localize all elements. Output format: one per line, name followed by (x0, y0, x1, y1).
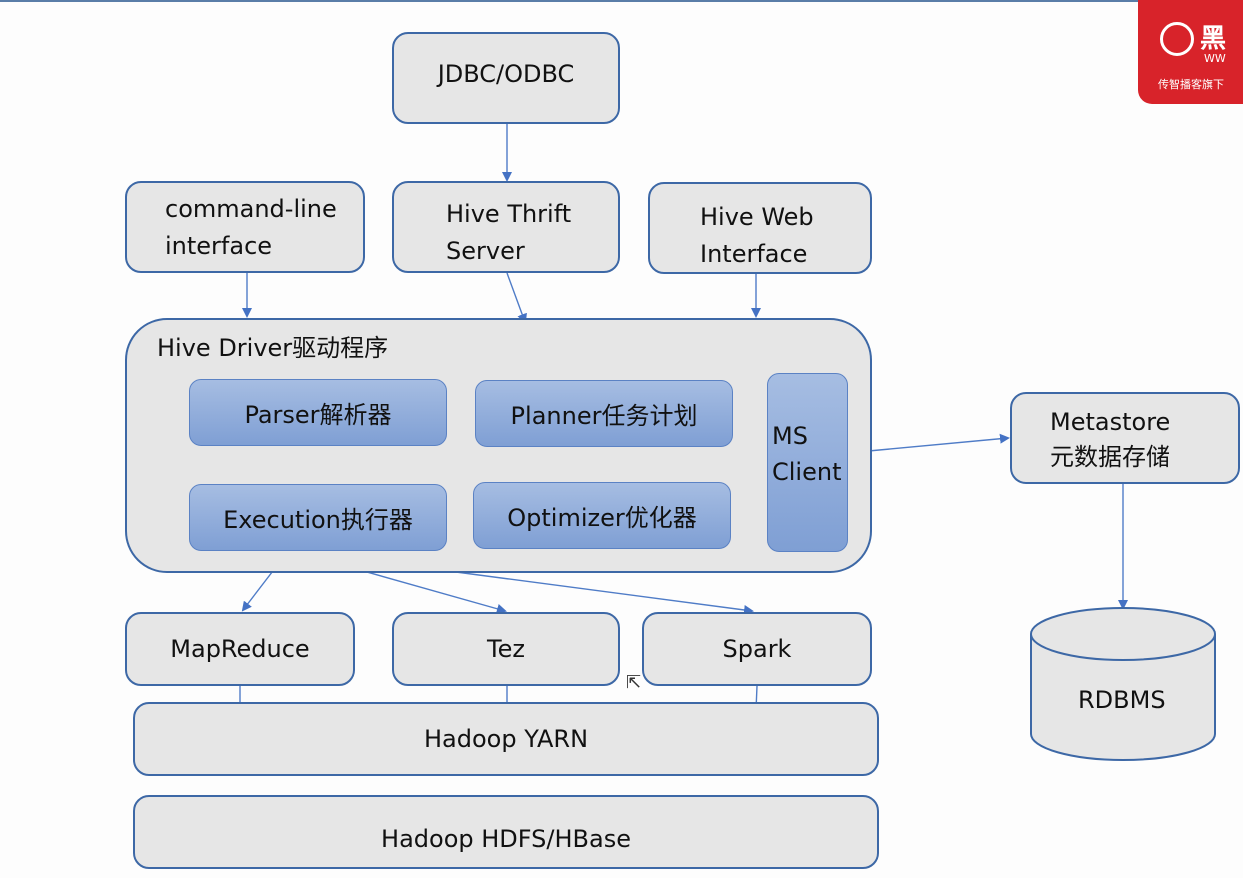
web-interface-box: Hive Web Interface (648, 182, 872, 274)
engine-tez-label: Tez (487, 634, 525, 663)
engine-mapreduce-label: MapReduce (170, 634, 310, 663)
brand-logo: 黑 WW 传智播客旗下 (1138, 0, 1243, 104)
planner-label: Planner任务计划 (510, 402, 698, 430)
jdbc-odbc-label: JDBC/ODBC (437, 60, 575, 88)
hadoop-hdfs-box: Hadoop HDFS/HBase (133, 795, 879, 869)
metastore-label-line1: Metastore (1050, 408, 1171, 436)
hive-driver-title: Hive Driver驱动程序 (157, 334, 389, 362)
optimizer-box: Optimizer优化器 (473, 482, 731, 549)
cli-label-line1: command-line (165, 195, 337, 223)
ms-client-line2: Client (772, 458, 842, 486)
ms-client-box: MS Client (767, 373, 848, 552)
hadoop-hdfs-label: Hadoop HDFS/HBase (381, 824, 631, 853)
metastore-box: Metastore 元数据存储 (1010, 392, 1240, 484)
cli-label-line2: interface (165, 232, 273, 260)
metastore-label-line2: 元数据存储 (1050, 443, 1170, 471)
hadoop-yarn-label: Hadoop YARN (423, 724, 589, 753)
web-label-line2: Interface (700, 240, 808, 268)
ms-client-line1: MS (772, 422, 808, 450)
engine-mapreduce-box: MapReduce (125, 612, 355, 686)
engine-tez-box: Tez (392, 612, 620, 686)
horse-logo-icon (1160, 22, 1194, 56)
engine-spark-label: Spark (722, 634, 792, 663)
parser-label: Parser解析器 (244, 401, 392, 429)
thrift-label-line2: Server (446, 237, 525, 265)
parser-box: Parser解析器 (189, 379, 447, 446)
logo-url: WW (1204, 52, 1226, 65)
edge-thrift-driver (506, 272, 527, 324)
mouse-cursor-icon: ⇱ (626, 672, 642, 693)
jdbc-odbc-box: JDBC/ODBC (392, 32, 620, 124)
planner-box: Planner任务计划 (475, 380, 733, 447)
execution-label: Execution执行器 (223, 506, 413, 534)
logo-brand-char: 黑 (1200, 24, 1227, 54)
optimizer-label: Optimizer优化器 (507, 504, 697, 532)
thrift-label-line1: Hive Thrift (446, 200, 572, 228)
logo-slogan: 传智播客旗下 (1158, 78, 1224, 91)
web-label-line1: Hive Web (700, 203, 814, 231)
rdbms-label: RDBMS (1078, 686, 1166, 714)
cli-box: command-line interface (125, 181, 365, 273)
hadoop-yarn-box: Hadoop YARN (133, 702, 879, 776)
execution-box: Execution执行器 (189, 484, 447, 551)
engine-spark-box: Spark (642, 612, 872, 686)
thrift-server-box: Hive Thrift Server (392, 181, 620, 273)
